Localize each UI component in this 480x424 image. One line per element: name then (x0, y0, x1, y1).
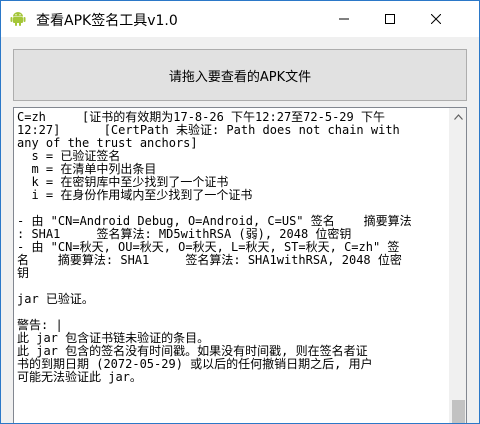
minimize-button[interactable] (321, 1, 367, 37)
output-line: 可能无法验证此 jar。 (17, 370, 142, 384)
output-line: jar 已验证。 (17, 292, 94, 306)
output-text: C=zh [证书的有效期为17-8-26 下午12:27至72-5-29 下午 1… (17, 111, 437, 384)
output-line: i = 在身份作用域内至少找到了一个证书 (17, 188, 253, 202)
drop-apk-button[interactable]: 请拖入要查看的APK文件 (13, 49, 467, 101)
app-window: 查看APK签名工具v1.0 请拖入要查看的APK文件 C=zh [证书的有效期为… (0, 0, 480, 424)
maximize-icon (385, 14, 395, 24)
window-title: 查看APK签名工具v1.0 (36, 13, 178, 29)
close-icon (431, 14, 441, 24)
signature-output-textarea[interactable]: C=zh [证书的有效期为17-8-26 下午12:27至72-5-29 下午 1… (13, 107, 467, 423)
chevron-up-icon (454, 113, 463, 120)
maximize-button[interactable] (367, 1, 413, 37)
android-icon (10, 11, 26, 27)
output-line: 名 摘要算法: SHA1 签名算法: SHA1withRSA, 2048 位密 (17, 253, 402, 267)
close-button[interactable] (413, 1, 459, 37)
scroll-up-button[interactable] (450, 108, 466, 125)
minimize-icon (339, 18, 349, 20)
drop-apk-label: 请拖入要查看的APK文件 (168, 69, 312, 85)
vertical-scrollbar[interactable] (449, 108, 466, 423)
title-bar[interactable]: 查看APK签名工具v1.0 (1, 1, 479, 37)
output-line: 钥 (17, 266, 30, 280)
scroll-thumb[interactable] (452, 400, 465, 423)
